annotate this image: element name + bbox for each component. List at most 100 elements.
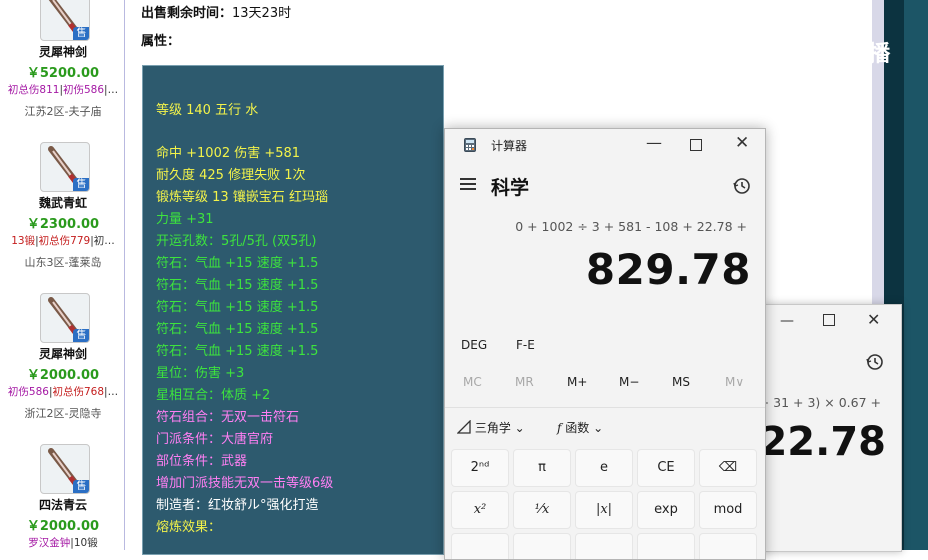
memory-clear-button[interactable]: MC bbox=[463, 375, 482, 389]
history-icon[interactable] bbox=[732, 176, 752, 196]
maximize-icon[interactable] bbox=[823, 314, 835, 326]
sold-badge: 售 bbox=[73, 480, 89, 493]
item-tags: 罗汉金钟|10锻 bbox=[2, 535, 124, 550]
attr-label: 属性： bbox=[141, 34, 181, 49]
result-display: 22.78 bbox=[762, 419, 886, 465]
item-tag: 初总伤768 bbox=[52, 386, 105, 398]
item-server: 江苏2区-夫子庙 bbox=[24, 105, 102, 118]
minimize-icon[interactable]: — bbox=[646, 133, 662, 152]
attribute-line: 星位：伤害 +3 bbox=[156, 366, 245, 381]
divider bbox=[445, 407, 765, 408]
sale-time-value: 13天23时 bbox=[232, 6, 292, 21]
item-tag: |… bbox=[104, 84, 119, 96]
fe-button[interactable]: F-E bbox=[516, 338, 535, 352]
minimize-icon[interactable]: — bbox=[780, 313, 794, 329]
memory-recall-button[interactable]: MR bbox=[515, 375, 534, 389]
memory-store-button[interactable]: MS bbox=[672, 375, 690, 389]
item-price: ￥2300.00 bbox=[26, 217, 100, 232]
item-price: ￥2000.00 bbox=[26, 368, 100, 383]
calc-key[interactable] bbox=[637, 533, 695, 559]
function-label: 函数 bbox=[565, 421, 590, 435]
calc-key[interactable] bbox=[575, 533, 633, 559]
calc-key[interactable] bbox=[451, 533, 509, 559]
memory-add-button[interactable]: M+ bbox=[567, 375, 587, 389]
item-thumbnail[interactable]: 售 bbox=[40, 0, 90, 41]
chevron-down-icon: ⌄ bbox=[593, 421, 604, 435]
attribute-line: 门派条件：大唐官府 bbox=[156, 432, 274, 447]
item-name[interactable]: 灵犀神剑 bbox=[2, 43, 124, 60]
calculator-window[interactable]: 计算器 — ✕ 科学 0 + 1002 ÷ 3 + 581 - 108 + 22… bbox=[444, 128, 766, 560]
item-thumbnail[interactable]: 售 bbox=[40, 293, 90, 343]
backspace-button[interactable]: ⌫ bbox=[699, 449, 757, 487]
attribute-line: 部位条件：武器 bbox=[156, 454, 248, 469]
memory-list-button[interactable]: M∨ bbox=[725, 375, 744, 389]
item-name[interactable]: 灵犀神剑 bbox=[2, 345, 124, 362]
attribute-line: 耐久度 425 修理失败 1次 bbox=[156, 168, 306, 183]
attribute-line: 等级 140 五行 水 bbox=[156, 103, 259, 118]
attribute-line: 星相互合：体质 +2 bbox=[156, 388, 271, 403]
attribute-line: 开运孔数：5孔/5孔 (双5孔) bbox=[156, 234, 317, 249]
attribute-line: 锻炼等级 13 镶嵌宝石 红玛瑙 bbox=[156, 190, 328, 205]
hamburger-menu-icon[interactable] bbox=[460, 178, 476, 190]
calc-key[interactable] bbox=[513, 533, 571, 559]
expression-display: 0 + 1002 ÷ 3 + 581 - 108 + 22.78 + bbox=[515, 219, 747, 234]
trigonometry-dropdown[interactable]: 三角学 ⌄ bbox=[456, 419, 525, 436]
cc-logo-icon bbox=[776, 35, 812, 67]
sold-badge: 售 bbox=[73, 329, 89, 342]
item-thumbnail[interactable]: 售 bbox=[40, 142, 90, 192]
chevron-down-icon: ⌄ bbox=[514, 421, 525, 435]
sale-time-label: 出售剩余时间： bbox=[141, 6, 233, 21]
item-tags: 初伤586|初总伤768|… bbox=[2, 384, 124, 399]
triangle-icon bbox=[456, 419, 471, 434]
close-icon[interactable]: ✕ bbox=[735, 133, 749, 153]
calculator-window-back[interactable]: — ✕ 0 + 31 + 3) × 0.67 + 22.78 bbox=[762, 304, 902, 552]
attribute-line: 符石：气血 +15 速度 +1.5 bbox=[156, 300, 319, 315]
item-tag: 罗汉金钟 bbox=[28, 537, 71, 549]
attribute-line: 力量 +31 bbox=[156, 212, 214, 227]
item-tag: 初总伤779 bbox=[38, 235, 91, 247]
attr-label-row: 属性： bbox=[141, 30, 180, 49]
item-tags: 初总伤811|初伤586|… bbox=[2, 82, 124, 97]
item-tag: 10锻 bbox=[73, 537, 98, 549]
e-button[interactable]: e bbox=[575, 449, 633, 487]
memory-subtract-button[interactable]: M− bbox=[619, 375, 639, 389]
second-button[interactable]: 2ⁿᵈ bbox=[451, 449, 509, 487]
item-name[interactable]: 四法青云 bbox=[2, 496, 124, 513]
square-button[interactable]: x² bbox=[451, 491, 509, 529]
mode-title: 科学 bbox=[491, 177, 530, 199]
item-server: 山东3区-蓬莱岛 bbox=[24, 256, 102, 269]
clear-entry-button[interactable]: CE bbox=[637, 449, 695, 487]
item-tag: 13锻 bbox=[11, 235, 36, 247]
sale-time-row: 出售剩余时间：13天23时 bbox=[141, 2, 291, 21]
reciprocal-button[interactable]: ¹⁄x bbox=[513, 491, 571, 529]
trigonometry-label: 三角学 bbox=[474, 421, 511, 435]
calc-key[interactable] bbox=[699, 533, 757, 559]
item-tag: 初伤586 bbox=[63, 84, 105, 96]
item-name[interactable]: 魏武青虹 bbox=[2, 194, 124, 211]
close-icon[interactable]: ✕ bbox=[867, 310, 880, 329]
function-dropdown[interactable]: f 函数 ⌄ bbox=[557, 419, 603, 436]
item-price: ￥5200.00 bbox=[26, 66, 100, 81]
sold-badge: 售 bbox=[73, 178, 89, 191]
item-server: 浙江2区-灵隐寺 bbox=[24, 407, 102, 420]
attribute-line: 符石：气血 +15 速度 +1.5 bbox=[156, 344, 319, 359]
watermark-logo: CC直播 bbox=[776, 34, 900, 68]
deg-button[interactable]: DEG bbox=[461, 338, 487, 352]
item-thumbnail[interactable]: 售 bbox=[40, 444, 90, 494]
maximize-icon[interactable] bbox=[690, 139, 702, 151]
attribute-line: 符石：气血 +15 速度 +1.5 bbox=[156, 278, 319, 293]
attribute-line: 命中 +1002 伤害 +581 bbox=[156, 146, 301, 161]
absolute-value-button[interactable]: |x| bbox=[575, 491, 633, 529]
background-edge-light bbox=[904, 0, 928, 550]
attribute-panel: 等级 140 五行 水命中 +1002 伤害 +581 耐久度 425 修理失败 … bbox=[142, 65, 444, 555]
pi-button[interactable]: π bbox=[513, 449, 571, 487]
item-price: ￥2000.00 bbox=[26, 519, 100, 534]
calculator-app-icon bbox=[464, 138, 476, 152]
item-list: 售灵犀神剑 ￥5200.00 初总伤811|初伤586|… 江苏2区-夫子庙售魏武青虹… bbox=[2, 0, 125, 550]
page: 售灵犀神剑 ￥5200.00 初总伤811|初伤586|… 江苏2区-夫子庙售魏武青虹… bbox=[0, 0, 928, 560]
item-tag: 初伤586 bbox=[7, 386, 49, 398]
history-icon[interactable] bbox=[865, 352, 885, 372]
mod-button[interactable]: mod bbox=[699, 491, 757, 529]
expression-display: 0 + 31 + 3) × 0.67 + bbox=[763, 395, 881, 410]
exp-button[interactable]: exp bbox=[637, 491, 695, 529]
